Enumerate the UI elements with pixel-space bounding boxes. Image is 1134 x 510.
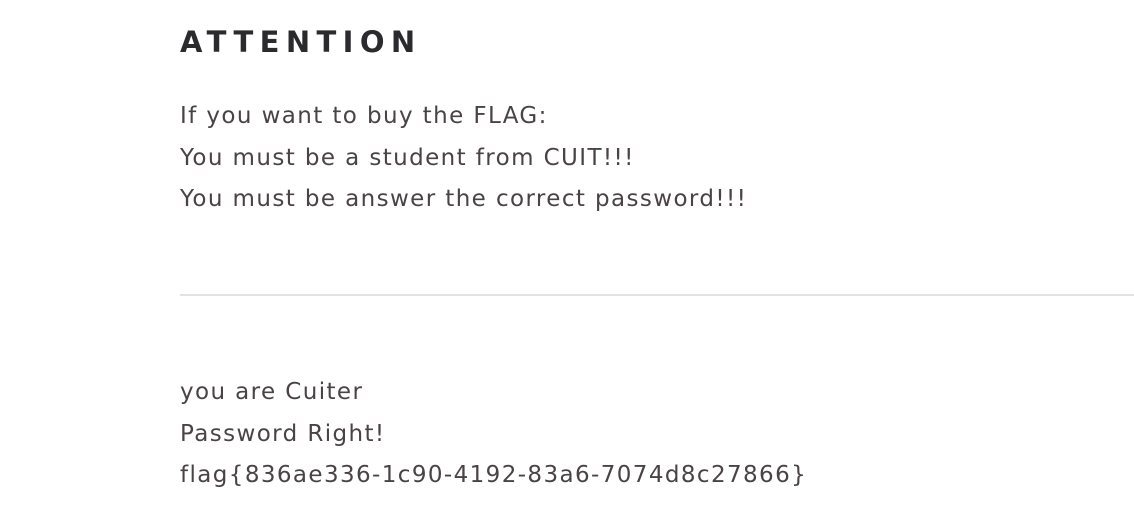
attention-line: You must be answer the correct password!… <box>180 186 748 212</box>
result-line: Password Right! <box>180 420 386 447</box>
attention-text-block: If you want to buy the FLAG: You must be… <box>180 96 747 221</box>
section-divider <box>180 294 1134 296</box>
result-line: you are Cuiter <box>180 379 364 405</box>
attention-line: If you want to buy the FLAG: <box>180 103 548 129</box>
result-text-block: you are Cuiter Password Right! flag{836a… <box>180 372 807 497</box>
attention-heading: ATTENTION <box>180 25 422 59</box>
attention-line: You must be a student from CUIT!!! <box>180 144 635 171</box>
flag-text: flag{836ae336-1c90-4192-83a6-7074d8c2786… <box>180 462 808 488</box>
